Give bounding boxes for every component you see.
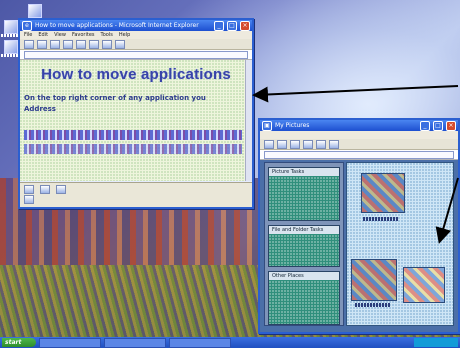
task-panel: Other Places	[268, 271, 340, 325]
page-image-strip	[24, 144, 242, 154]
views-icon[interactable]	[329, 139, 339, 149]
browser-window[interactable]: e How to move applications - Microsoft I…	[18, 18, 254, 209]
minimize-button[interactable]: _	[420, 120, 430, 131]
arrow-to-browser-window	[252, 85, 459, 103]
forward-icon[interactable]	[277, 139, 287, 149]
task-panel-header[interactable]: File and Folder Tasks	[269, 226, 339, 234]
desktop-icon[interactable]	[1, 20, 23, 37]
menu-view[interactable]: View	[54, 32, 66, 38]
window-title: How to move applications - Microsoft Int…	[35, 22, 199, 29]
back-icon[interactable]	[264, 139, 274, 149]
taskbar: start	[0, 337, 460, 348]
print-icon[interactable]	[115, 39, 125, 49]
address-bar	[260, 150, 458, 160]
thumbnail-caption	[363, 217, 399, 221]
task-panel: Picture Tasks	[268, 167, 340, 221]
menu-help[interactable]: Help	[119, 32, 130, 38]
toolbar	[260, 139, 458, 150]
close-button[interactable]: ×	[446, 120, 456, 131]
start-button[interactable]: start	[2, 338, 36, 347]
close-button[interactable]: ×	[240, 20, 250, 31]
page-image-strip	[24, 130, 242, 140]
page-paragraph-2: Address	[24, 105, 56, 113]
thumbnail-caption	[355, 303, 391, 307]
status-area	[20, 182, 252, 207]
page-content: How to move applications On the top righ…	[20, 60, 252, 181]
home-icon[interactable]	[76, 39, 86, 49]
stop-icon[interactable]	[50, 39, 60, 49]
vertical-scrollbar[interactable]	[245, 60, 252, 181]
picture-thumbnail[interactable]	[351, 259, 397, 301]
title-bar[interactable]: e How to move applications - Microsoft I…	[20, 20, 252, 31]
task-panel: File and Folder Tasks	[268, 225, 340, 267]
menu-bar	[260, 131, 458, 139]
picture-thumbnail[interactable]	[403, 267, 445, 303]
maximize-button[interactable]: □	[227, 20, 237, 31]
menu-bar: File Edit View Favorites Tools Help	[20, 31, 252, 39]
menu-edit[interactable]: Edit	[38, 32, 48, 38]
toolbar	[20, 39, 252, 50]
page-paragraph: On the top right corner of any applicati…	[24, 94, 206, 102]
task-pane: Picture Tasks File and Folder Tasks Othe…	[264, 162, 344, 326]
refresh-icon[interactable]	[63, 39, 73, 49]
taskbar-button[interactable]	[39, 337, 101, 348]
desktop-icon[interactable]	[1, 40, 23, 57]
folder-window[interactable]: ▣ My Pictures _ □ × Picture Tasks File a…	[258, 118, 460, 334]
picture-thumbnail[interactable]	[361, 173, 405, 213]
file-view	[346, 162, 454, 326]
task-panel-header[interactable]: Picture Tasks	[269, 168, 339, 176]
desktop-icon[interactable]	[25, 4, 47, 21]
back-icon[interactable]	[24, 39, 34, 49]
window-title: My Pictures	[275, 122, 310, 129]
title-bar[interactable]: ▣ My Pictures _ □ ×	[260, 120, 458, 131]
address-bar	[20, 50, 252, 60]
folders-icon[interactable]	[316, 139, 326, 149]
page-icon	[24, 185, 34, 194]
search-icon[interactable]	[303, 139, 313, 149]
task-panel-header[interactable]: Other Places	[269, 272, 339, 280]
taskbar-button[interactable]	[104, 337, 166, 348]
favorites-icon[interactable]	[102, 39, 112, 49]
desktop: e How to move applications - Microsoft I…	[0, 0, 460, 348]
page-body-text: On the top right corner of any applicati…	[24, 93, 242, 115]
menu-favorites[interactable]: Favorites	[72, 32, 95, 38]
folder-icon: ▣	[262, 120, 272, 131]
forward-icon[interactable]	[37, 39, 47, 49]
maximize-button[interactable]: □	[433, 120, 443, 131]
taskbar-button[interactable]	[169, 337, 231, 348]
status-row	[24, 195, 248, 204]
zone-icon	[24, 195, 34, 204]
search-icon[interactable]	[89, 39, 99, 49]
ie-icon: e	[22, 20, 32, 31]
globe-icon	[56, 185, 66, 194]
address-input[interactable]	[24, 50, 248, 59]
up-folder-icon[interactable]	[290, 139, 300, 149]
menu-file[interactable]: File	[24, 32, 32, 38]
status-row	[24, 185, 248, 194]
menu-tools[interactable]: Tools	[101, 32, 113, 38]
address-input[interactable]	[264, 150, 454, 159]
page-headline: How to move applications	[41, 66, 231, 83]
folder-icon	[40, 185, 50, 194]
system-tray	[414, 338, 458, 347]
minimize-button[interactable]: _	[214, 20, 224, 31]
